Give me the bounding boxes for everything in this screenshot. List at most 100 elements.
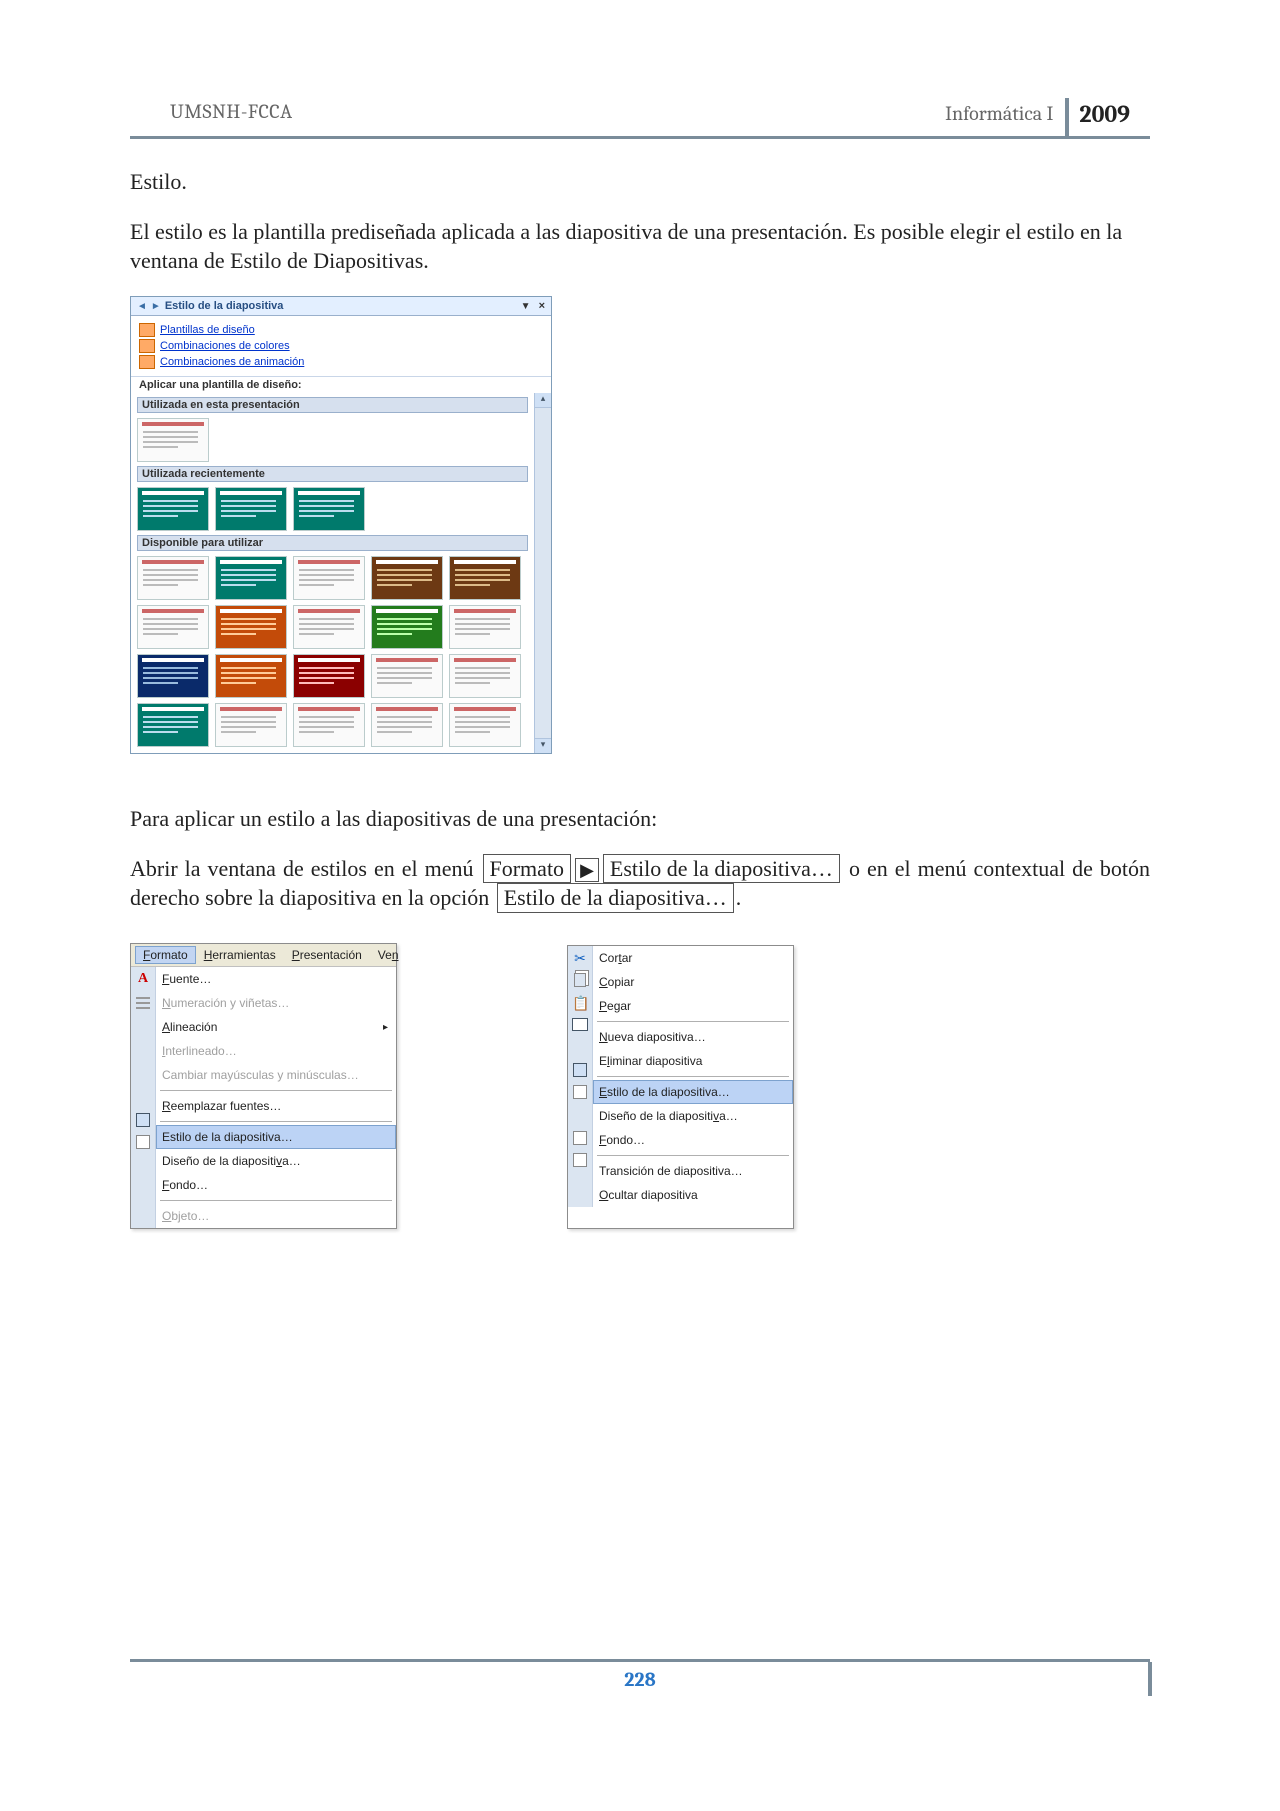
menu-item-eliminar-diapositiva[interactable]: Eliminar diapositiva [593,1049,793,1073]
menu-separator [597,1076,789,1077]
menu-item-nueva-diapositiva[interactable]: Nueva diapositiva… [593,1025,793,1049]
taskpane-scrollbar[interactable]: ▴ ▾ [534,393,551,753]
link-color-schemes[interactable]: Combinaciones de colores [139,339,543,353]
menubar-presentacion[interactable]: Presentación [284,946,370,964]
menu-item-pegar[interactable]: Pegar [593,994,793,1018]
template-thumb[interactable] [371,605,443,649]
link-label: Combinaciones de colores [160,340,290,352]
header-institution: UMSNH-FCCA [130,100,293,128]
menu-item-transicion[interactable]: Transición de diapositiva… [593,1159,793,1183]
menu-separator [160,1200,392,1201]
menu-separator [597,1021,789,1022]
template-thumb[interactable] [215,654,287,698]
template-thumb[interactable] [449,703,521,747]
menu-separator [160,1090,392,1091]
menu-item-diseno-diapositiva[interactable]: Diseño de la diapositiva… [156,1149,396,1173]
submenu-arrow-icon: ▸ [383,1022,388,1033]
template-thumb[interactable] [137,556,209,600]
template-thumb[interactable] [293,487,365,531]
template-thumb[interactable] [215,487,287,531]
menu-item-estilo-diapositiva[interactable]: Estilo de la diapositiva… [593,1080,793,1104]
page-header: UMSNH-FCCA Informática I 2009 [130,100,1150,139]
menu-item-cortar[interactable]: Cortar [593,946,793,970]
slide-layout-icon [136,1135,150,1149]
blank-icon [135,1041,151,1057]
paragraph-intro: El estilo es la plantilla prediseñada ap… [130,217,1150,276]
template-thumb[interactable] [137,605,209,649]
header-right: Informática I 2009 [945,100,1150,128]
menu-item-interlineado: Interlineado… [156,1039,396,1063]
menu-item-fuente[interactable]: Fuente… [156,967,396,991]
header-course: Informática I [945,100,1061,128]
copy-icon [574,973,586,987]
menu-item-estilo-diapositiva[interactable]: Estilo de la diapositiva… [156,1125,396,1149]
template-thumb[interactable] [371,556,443,600]
template-thumb[interactable] [215,556,287,600]
menu-item-copiar[interactable]: Copiar [593,970,793,994]
template-thumb[interactable] [215,605,287,649]
menu-item-objeto: Objeto… [156,1204,396,1228]
template-thumb[interactable] [293,703,365,747]
slide-style-icon [573,1063,587,1077]
paragraph-apply: Para aplicar un estilo a las diapositiva… [130,804,1150,834]
menu-item-ocultar[interactable]: Ocultar diapositiva [593,1183,793,1207]
menu-item-reemplazar-fuentes[interactable]: Reemplazar fuentes… [156,1094,396,1118]
instr-text: Abrir la ventana de estilos en el menú [130,856,481,881]
template-thumb[interactable] [449,654,521,698]
blank-icon [572,1107,588,1123]
menu-items: Cortar Copiar Pegar Nueva diapositiva… E… [593,946,793,1207]
section-heading: Estilo. [130,167,1150,197]
taskpane-titlebar: ◄ ► Estilo de la diapositiva ▼ × [131,297,551,316]
formato-menu: FFormatoormato Herramientas Presentación… [130,943,397,1229]
menu-icon-strip: A [131,967,156,1228]
template-thumb[interactable] [449,556,521,600]
dropdown-icon[interactable]: ▼ [521,301,531,312]
template-thumb[interactable] [215,703,287,747]
slide-style-icon [136,1113,150,1127]
template-thumb[interactable] [137,418,209,462]
template-thumb[interactable] [293,654,365,698]
template-thumb[interactable] [371,654,443,698]
template-thumb[interactable] [137,654,209,698]
anim-icon [139,355,155,369]
menubar-ven[interactable]: Ven [370,946,407,964]
menu-item-fondo[interactable]: Fondo… [593,1128,793,1152]
submenu-arrow-icon: ▶ [575,858,599,883]
menubar: FFormatoormato Herramientas Presentación… [131,944,396,967]
template-list: Utilizada en esta presentación Utilizada… [131,393,534,753]
close-icon[interactable]: × [539,300,545,312]
menubar-formato[interactable]: FFormatoormato [135,946,196,964]
instr-text: . [736,885,742,910]
template-thumb[interactable] [137,487,209,531]
blank-icon [572,1039,588,1055]
bullets-icon [136,997,150,1009]
template-thumb[interactable] [371,703,443,747]
blank-icon [135,1157,151,1173]
header-year: 2009 [1079,100,1150,128]
template-thumb[interactable] [293,556,365,600]
menu-icon-strip: ✂ 📋 [568,946,593,1207]
menubar-herramientas[interactable]: Herramientas [196,946,284,964]
menu-item-diseno-diapositiva[interactable]: Diseño de la diapositiva… [593,1104,793,1128]
template-thumb[interactable] [449,605,521,649]
link-label: Combinaciones de animación [160,356,304,368]
menu-separator [597,1155,789,1156]
template-thumb[interactable] [137,703,209,747]
context-option-estilo: Estilo de la diapositiva… [497,883,734,913]
template-thumb[interactable] [293,605,365,649]
apply-template-label: Aplicar una plantilla de diseño: [131,376,551,393]
scroll-down-icon[interactable]: ▾ [535,738,551,753]
document-body: Estilo. El estilo es la plantilla predis… [130,167,1150,276]
scroll-track[interactable] [535,408,551,738]
section-used-in-presentation: Utilizada en esta presentación [137,397,528,413]
scroll-up-icon[interactable]: ▴ [535,393,551,408]
link-design-templates[interactable]: Plantillas de diseño [139,323,543,337]
section-recently-used: Utilizada recientemente [137,466,528,482]
nav-back-icon[interactable]: ◄ [137,301,147,312]
link-animation-schemes[interactable]: Combinaciones de animación [139,355,543,369]
menu-path-estilo: Estilo de la diapositiva… [603,854,840,884]
taskpane-title: Estilo de la diapositiva [165,300,513,312]
nav-fwd-icon[interactable]: ► [151,301,161,312]
menu-item-fondo[interactable]: Fondo… [156,1173,396,1197]
menu-item-alineacion[interactable]: Alineación▸ [156,1015,396,1039]
